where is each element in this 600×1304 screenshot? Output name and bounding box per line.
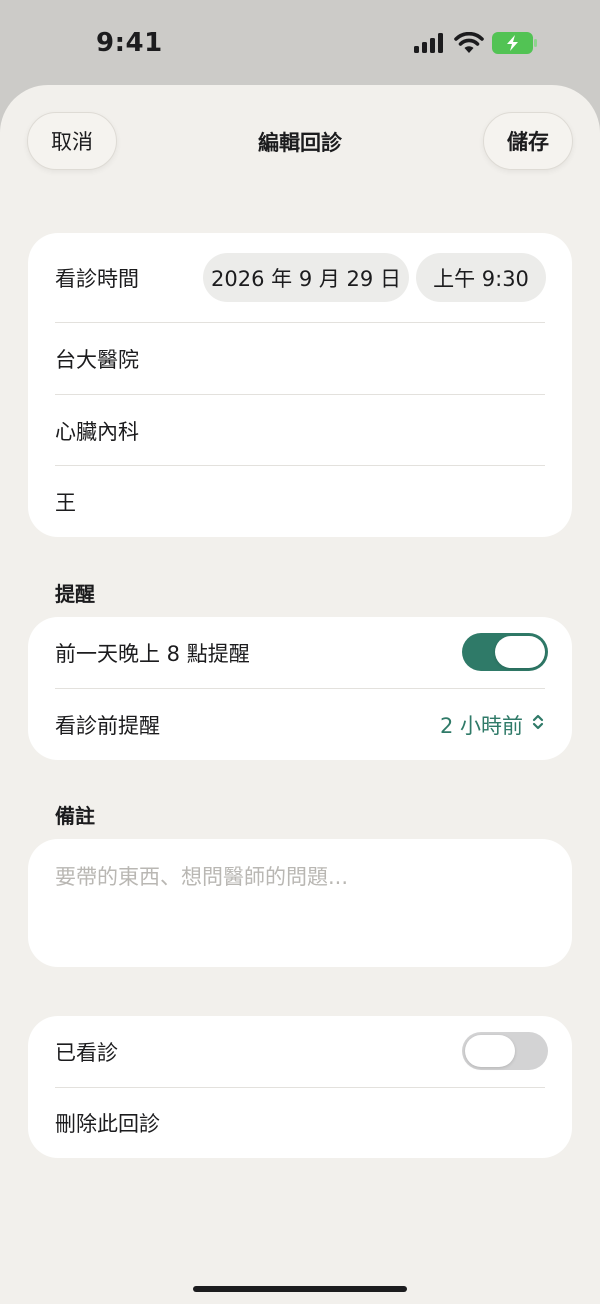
visited-toggle[interactable] [462,1032,548,1070]
before-visit-reminder-picker[interactable]: 2 小時前 [440,689,545,760]
toggle-knob [465,1035,515,1067]
notes-section-title: 備註 [55,804,95,828]
delete-appointment-button[interactable]: 刪除此回診 [55,1088,545,1158]
time-picker-button[interactable]: 上午 9:30 [416,253,546,302]
status-time: 9:41 [96,28,163,58]
before-visit-reminder-value: 2 小時前 [439,713,523,738]
reminders-card: 前一天晚上 8 點提醒 看診前提醒 2 小時前 [28,617,572,760]
reminders-section-title: 提醒 [55,582,95,606]
visit-status-card: 已看診 刪除此回診 [28,1016,572,1158]
wifi-icon [454,31,484,58]
appointment-time-label: 看診時間 [55,266,139,291]
appointment-card: 看診時間 2026 年 9 月 29 日 上午 9:30 台大醫院 心臟內科 王 [28,233,572,537]
battery-charging-icon [492,32,538,58]
delete-appointment-label: 刪除此回診 [55,1112,160,1136]
night-before-reminder-label: 前一天晚上 8 點提醒 [55,641,250,666]
home-indicator [193,1286,407,1292]
toggle-knob [495,636,545,668]
department-field[interactable]: 心臟內科 [55,395,545,466]
visited-label: 已看診 [55,1040,118,1065]
before-visit-reminder-label: 看診前提醒 [55,713,160,738]
doctor-field[interactable]: 王 [55,466,545,537]
cellular-signal-icon [414,33,446,57]
doctor-value: 王 [55,490,76,515]
status-bar: 9:41 [0,0,600,86]
save-button[interactable]: 儲存 [483,112,573,170]
notes-textarea[interactable]: 要帶的東西、想問醫師的問題... [28,839,572,967]
date-picker-button[interactable]: 2026 年 9 月 29 日 [203,253,409,302]
department-value: 心臟內科 [55,419,139,444]
status-icons [414,31,538,58]
chevron-updown-icon [531,712,545,737]
hospital-field[interactable]: 台大醫院 [55,323,545,394]
night-before-reminder-toggle[interactable] [462,633,548,671]
notes-placeholder: 要帶的東西、想問醫師的問題... [55,865,349,889]
edit-sheet: 取消 編輯回診 儲存 看診時間 2026 年 9 月 29 日 上午 9:30 … [0,85,600,1304]
hospital-value: 台大醫院 [55,347,139,372]
